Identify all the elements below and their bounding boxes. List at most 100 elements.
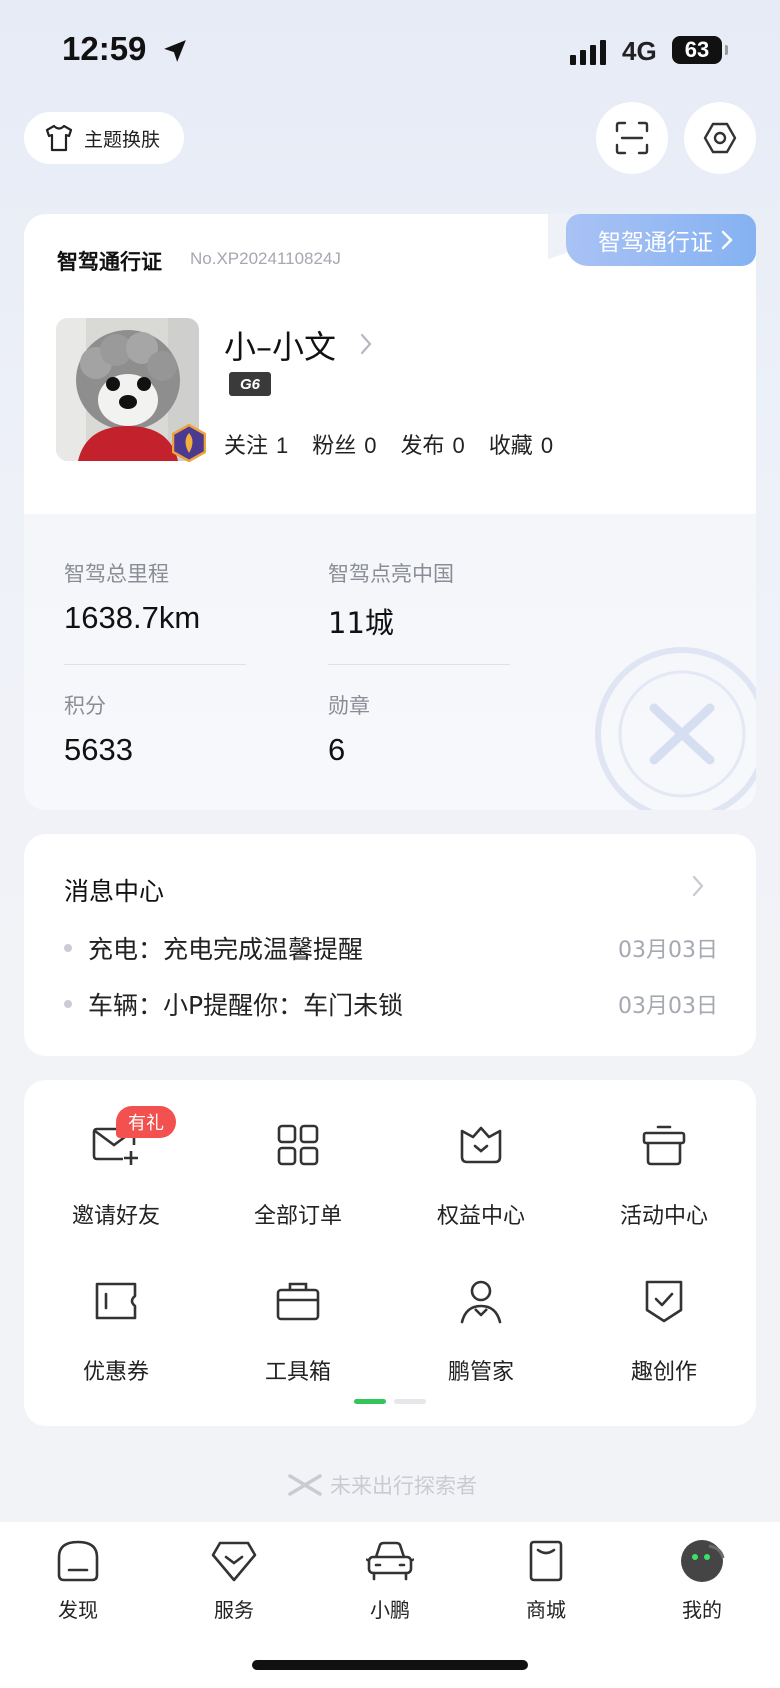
message-item[interactable]: 车辆：小P提醒你：车门未锁 03月03日 (64, 984, 718, 1024)
points-label: 积分 (64, 694, 106, 718)
fav-value: 0 (540, 433, 554, 458)
mileage-label: 智驾总里程 (64, 562, 169, 586)
coupon-icon (95, 1282, 137, 1320)
follow-value: 1 (276, 433, 289, 458)
fav-label: 收藏 (488, 434, 533, 459)
status-bar: 12:59 4G 63 (0, 0, 780, 100)
medals-label: 勋章 (328, 694, 370, 718)
mileage-value: 1638.7km (64, 600, 201, 635)
chevron-right-icon (721, 230, 733, 250)
points-value: 5633 (64, 732, 133, 767)
pass-title: 智驾通行证 (57, 250, 162, 274)
tab-profile[interactable]: 我的 (642, 1536, 762, 1623)
activity-center-button[interactable]: 活动中心 (594, 1114, 734, 1230)
bullet-dot (64, 944, 72, 952)
home-indicator[interactable] (252, 1660, 528, 1670)
message-date: 03月03日 (618, 938, 718, 963)
pass-tab-button[interactable]: 智驾通行证 (566, 214, 756, 266)
tab-store[interactable]: 商城 (486, 1536, 606, 1623)
tab-discover[interactable]: 发现 (18, 1536, 138, 1623)
pager-dot-active (354, 1399, 386, 1404)
theme-skin-label: 主题换肤 (84, 128, 161, 151)
tab-label: 服务 (214, 1598, 254, 1622)
tab-xpeng[interactable]: 小鹏 (330, 1536, 450, 1623)
box-icon (642, 1125, 686, 1166)
tab-label: 发现 (58, 1598, 98, 1622)
message-item[interactable]: 充电：充电完成温馨提醒 03月03日 (64, 928, 718, 968)
tshirt-icon (45, 124, 73, 152)
message-date: 03月03日 (618, 994, 718, 1019)
pass-tab-label: 智驾通行证 (598, 230, 713, 256)
coupons-button[interactable]: 优惠券 (46, 1270, 186, 1386)
butler-icon (460, 1280, 502, 1324)
username[interactable]: 小–小文 (224, 322, 336, 368)
tab-service[interactable]: 服务 (174, 1536, 294, 1623)
battery-icon: 63 (672, 36, 728, 64)
benefits-center-button[interactable]: 权益中心 (411, 1114, 551, 1230)
cities-value: 11城 (328, 606, 394, 640)
message-text: 充电：充电完成温馨提醒 (88, 935, 364, 964)
grid-icon (277, 1124, 319, 1166)
crown-icon (460, 1126, 502, 1164)
message-center-title: 消息中心 (64, 877, 165, 906)
network-type: 4G (622, 36, 657, 66)
creation-button[interactable]: 趣创作 (594, 1270, 734, 1386)
profile-icon (681, 1540, 725, 1582)
grid-item-label: 活动中心 (619, 1204, 708, 1229)
pager-dot (394, 1399, 426, 1404)
store-icon (529, 1540, 563, 1582)
discover-icon (57, 1540, 99, 1582)
fans-count[interactable]: 粉丝 0 (312, 428, 376, 460)
follow-count[interactable]: 关注 1 (224, 428, 288, 460)
slogan-text: 未来出行探索者 (330, 1474, 477, 1498)
passport-stamp-icon (595, 647, 756, 810)
butler-button[interactable]: 鹏管家 (411, 1270, 551, 1386)
service-icon (211, 1541, 257, 1582)
car-model-tag: G6 (229, 372, 271, 396)
follow-label: 关注 (224, 434, 269, 459)
message-text: 车辆：小P提醒你：车门未锁 (88, 991, 404, 1020)
bullet-dot (64, 1000, 72, 1008)
cities-label: 智驾点亮中国 (328, 562, 454, 586)
grid-item-label: 鹏管家 (447, 1360, 514, 1385)
gift-badge: 有礼 (116, 1106, 176, 1138)
social-counts: 关注 1 粉丝 0 发布 0 收藏 0 (224, 428, 553, 460)
scan-button[interactable] (596, 102, 668, 174)
car-icon (366, 1541, 414, 1581)
shield-check-icon (645, 1280, 683, 1323)
divider (64, 664, 246, 665)
divider (328, 664, 510, 665)
grid-item-label: 优惠券 (82, 1360, 149, 1385)
pass-number: No.XP2024110824J (190, 249, 341, 268)
location-arrow-icon (164, 40, 186, 62)
signal-icon (570, 40, 606, 65)
xpeng-logo-icon (288, 1474, 322, 1496)
theme-skin-button[interactable]: 主题换肤 (24, 112, 184, 164)
posts-count[interactable]: 发布 0 (401, 428, 465, 460)
toolbox-icon (276, 1282, 320, 1321)
favorites-count[interactable]: 收藏 0 (489, 428, 553, 460)
chevron-right-icon[interactable] (358, 332, 374, 356)
grid-item-label: 趣创作 (630, 1360, 697, 1385)
grid-item-label: 工具箱 (264, 1360, 331, 1385)
settings-hexagon-icon (703, 122, 737, 154)
grid-item-label: 全部订单 (253, 1204, 342, 1229)
level-badge-icon (172, 424, 206, 462)
tab-label: 我的 (682, 1598, 722, 1622)
tab-label: 小鹏 (370, 1598, 410, 1622)
fans-value: 0 (364, 433, 377, 458)
chevron-right-icon[interactable] (690, 874, 706, 898)
toolbox-button[interactable]: 工具箱 (228, 1270, 368, 1386)
posts-value: 0 (452, 433, 465, 458)
posts-label: 发布 (400, 434, 445, 459)
grid-item-label: 邀请好友 (71, 1204, 160, 1229)
brand-slogan: 未来出行探索者 (288, 1470, 477, 1500)
fans-label: 粉丝 (312, 434, 357, 459)
all-orders-button[interactable]: 全部订单 (228, 1114, 368, 1230)
status-time: 12:59 (62, 30, 147, 67)
grid-item-label: 权益中心 (436, 1204, 525, 1229)
settings-button[interactable] (684, 102, 756, 174)
tab-label: 商城 (526, 1598, 566, 1622)
scan-icon (615, 121, 649, 155)
medals-value: 6 (328, 732, 346, 767)
